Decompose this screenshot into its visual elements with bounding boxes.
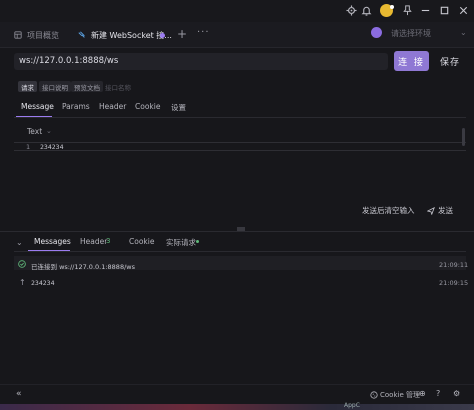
tab-header[interactable]: Header	[99, 102, 126, 111]
chevron-down-icon[interactable]: ⌄	[46, 127, 52, 135]
avatar-status-dot	[390, 5, 394, 9]
divider	[14, 251, 466, 252]
gear-icon[interactable]	[346, 5, 357, 16]
editor-active-line[interactable]	[14, 142, 466, 151]
check-circle-icon	[18, 260, 26, 268]
settings-icon[interactable]: ⚙	[453, 389, 460, 398]
maximize-icon[interactable]	[439, 5, 450, 16]
chevron-down-icon[interactable]: ⌄	[460, 28, 467, 37]
api-name-input[interactable]: 接口名称	[102, 81, 134, 92]
tab-params[interactable]: Params	[62, 102, 90, 111]
message-time: 21:09:11	[439, 261, 469, 269]
arrow-up-icon: ↑	[19, 278, 26, 287]
bell-icon[interactable]	[361, 5, 372, 16]
message-text: 已连接到 ws://127.0.0.1:8888/ws	[31, 263, 135, 271]
tab-messages[interactable]: Messages	[34, 237, 71, 246]
minimize-icon[interactable]	[420, 5, 431, 16]
message-text: 234234	[31, 279, 55, 287]
tab-actual-request[interactable]: 实际请求	[166, 237, 196, 248]
environment-select[interactable]: 请选择环境	[391, 28, 431, 39]
grid-icon	[14, 31, 22, 39]
tab-cookie[interactable]: Cookie	[135, 102, 160, 111]
send-label: 发送	[438, 206, 453, 215]
status-dot	[196, 240, 199, 243]
more-tabs-button[interactable]: ···	[197, 27, 210, 38]
doc-tab-preview[interactable]: 预览文档	[71, 81, 103, 92]
collapse-panel-button[interactable]: ⌄	[16, 238, 23, 247]
cookie-manager-label: Cookie 管理	[380, 391, 420, 399]
add-tab-button[interactable]: +	[177, 27, 187, 41]
cookie-manager-button[interactable]: Cookie 管理	[370, 390, 420, 400]
expand-sidebar-button[interactable]: «	[16, 389, 22, 399]
save-button[interactable]: 保存	[433, 51, 467, 71]
close-icon[interactable]	[458, 5, 469, 16]
line-number: 1	[26, 143, 31, 151]
message-row[interactable]	[14, 274, 466, 288]
header-count-badge: 3	[106, 237, 111, 245]
url-value: ws://127.0.0.1:8888/ws	[19, 56, 119, 66]
send-icon	[427, 206, 435, 215]
environment-icon	[371, 27, 382, 38]
tab-message[interactable]: Message	[21, 102, 54, 111]
websocket-icon	[78, 31, 86, 39]
pin-icon[interactable]	[402, 5, 413, 16]
tab-label: 项目概览	[27, 30, 59, 40]
message-time: 21:09:15	[439, 279, 469, 287]
connect-button[interactable]: 连 接	[394, 51, 429, 71]
cookie-icon	[370, 391, 378, 399]
message-editor-text[interactable]: 234234	[40, 143, 63, 151]
tab-settings[interactable]: 设置	[171, 102, 186, 113]
add-circle-icon[interactable]: ⊕	[419, 389, 426, 398]
help-icon[interactable]: ?	[436, 389, 440, 398]
format-select[interactable]: Text	[27, 127, 42, 136]
unsaved-dot	[160, 33, 165, 38]
os-taskbar	[0, 404, 474, 410]
tab-project-overview[interactable]: 项目概览	[14, 22, 76, 48]
send-button[interactable]: 发送	[427, 205, 453, 216]
taskbar-app-label[interactable]: AppC	[344, 402, 360, 409]
doc-tab-request[interactable]: 请求	[18, 81, 37, 92]
doc-tab-description[interactable]: 接口说明	[39, 81, 71, 92]
editor-scrollbar[interactable]	[462, 128, 465, 146]
panel-divider	[0, 231, 474, 232]
tab-response-header[interactable]: Header	[80, 237, 107, 246]
divider	[14, 117, 466, 118]
clear-after-send-toggle[interactable]: 发送后清空输入	[362, 205, 415, 216]
tab-response-cookie[interactable]: Cookie	[129, 237, 154, 246]
